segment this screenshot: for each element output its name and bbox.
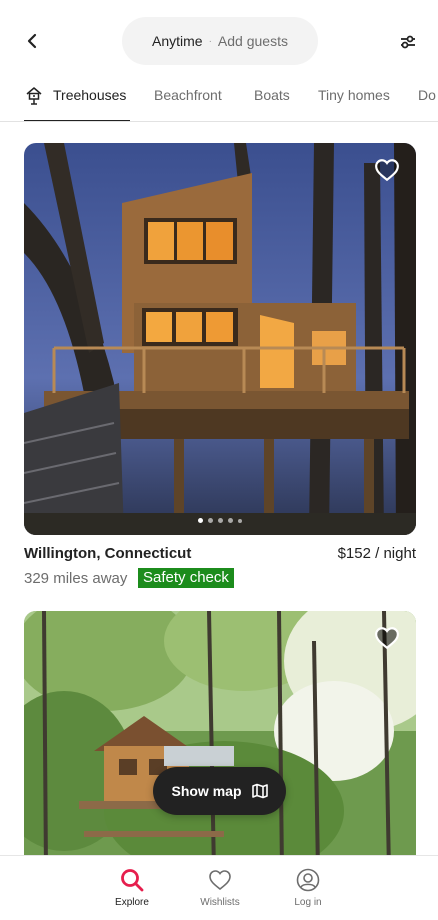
photo-carousel-dots	[24, 518, 416, 523]
tab-label: Boats	[254, 87, 290, 103]
bottom-nav: Explore Wishlists Log in	[0, 855, 438, 920]
listing-photo[interactable]	[24, 611, 416, 871]
tab-domes[interactable]: Do	[418, 82, 436, 121]
search-when: Anytime	[152, 33, 203, 49]
filter-button[interactable]	[394, 28, 422, 56]
tab-tiny-homes[interactable]: Tiny homes	[318, 82, 390, 121]
show-map-button[interactable]: Show map	[153, 767, 286, 815]
carousel-dot	[208, 518, 213, 523]
chevron-left-icon	[27, 33, 37, 49]
nav-log-in[interactable]: Log in	[278, 868, 338, 908]
safety-check-badge: Safety check	[138, 568, 234, 588]
top-bar: Anytime · Add guests	[0, 0, 438, 82]
nav-label: Log in	[294, 897, 322, 908]
show-map-label: Show map	[171, 783, 242, 799]
carousel-dot	[228, 518, 233, 523]
nav-label: Explore	[115, 897, 149, 908]
nav-wishlists[interactable]: Wishlists	[190, 868, 250, 908]
treehouse-icon	[26, 87, 42, 105]
wishlist-button[interactable]	[374, 157, 400, 183]
category-tabs: Treehouses Beachfront Boats Tiny homes D…	[0, 82, 438, 122]
search-icon	[121, 869, 144, 892]
tab-label: Treehouses	[53, 87, 127, 103]
tab-treehouses[interactable]: Treehouses	[24, 82, 130, 121]
sliders-icon	[401, 35, 415, 49]
listing-photo[interactable]	[24, 143, 416, 535]
heart-icon	[209, 870, 231, 891]
back-button[interactable]	[18, 27, 46, 55]
listing-price: $152 / night	[337, 545, 416, 562]
map-icon	[251, 783, 268, 799]
carousel-dot	[218, 518, 223, 523]
carousel-dot	[198, 518, 203, 523]
user-circle-icon	[296, 868, 320, 892]
nav-label: Wishlists	[200, 897, 240, 908]
listing-info[interactable]: Willington, Connecticut $152 / night 329…	[24, 545, 416, 591]
tab-label: Tiny homes	[318, 87, 390, 103]
nav-explore[interactable]: Explore	[102, 868, 162, 908]
tab-beachfront[interactable]: Beachfront	[154, 82, 222, 121]
carousel-dot	[238, 518, 242, 523]
tab-boats[interactable]: Boats	[254, 82, 290, 121]
listing-image	[24, 611, 416, 871]
listing-location: Willington, Connecticut	[24, 545, 192, 562]
search-separator: ·	[208, 35, 212, 47]
tab-label: Beachfront	[154, 87, 222, 103]
heart-icon	[375, 159, 399, 182]
search-guests: Add guests	[217, 33, 288, 49]
listing-distance: 329 miles away	[24, 570, 128, 587]
wishlist-button[interactable]	[374, 625, 400, 651]
tab-label: Do	[418, 87, 436, 103]
heart-icon	[375, 627, 399, 650]
listing-image	[24, 143, 416, 535]
search-pill[interactable]: Anytime · Add guests	[122, 17, 318, 65]
